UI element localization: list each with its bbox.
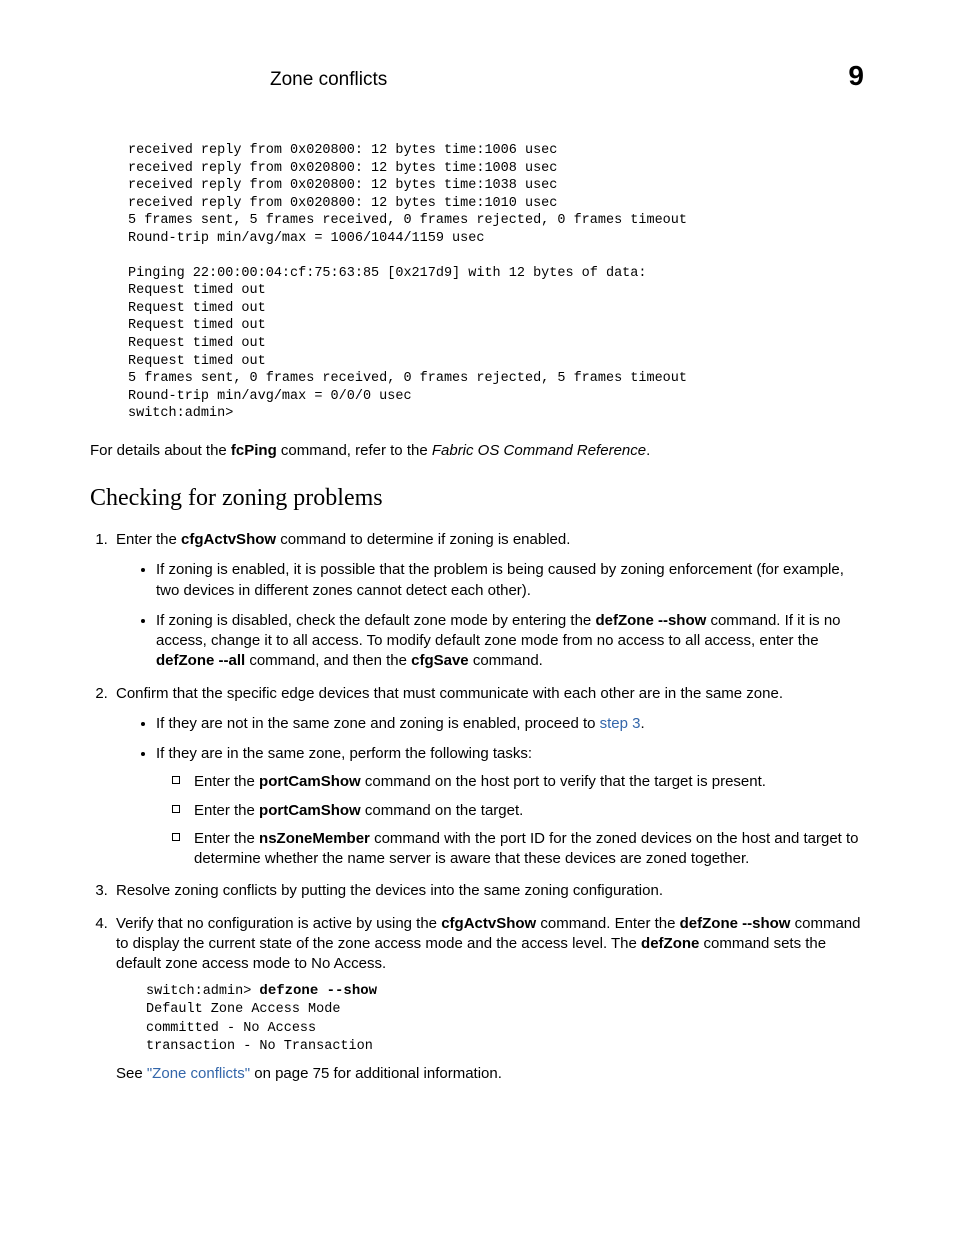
- step-2-bullet-2: If they are in the same zone, perform th…: [156, 744, 864, 869]
- step-2-task-1: Enter the portCamShow command on the hos…: [194, 772, 864, 792]
- step-3: Resolve zoning conflicts by putting the …: [112, 881, 864, 901]
- header-title: Zone conflicts: [270, 69, 387, 91]
- step-4: Verify that no configuration is active b…: [112, 914, 864, 1085]
- link-step-3[interactable]: step 3: [600, 715, 641, 732]
- step-1: Enter the cfgActvShow command to determi…: [112, 530, 864, 672]
- code-defzone-show: switch:admin> defzone --show Default Zon…: [146, 982, 864, 1056]
- heading-checking-zoning: Checking for zoning problems: [90, 485, 864, 512]
- page-header: Zone conflicts 9: [90, 60, 864, 92]
- step-2-task-3: Enter the nsZoneMember command with the …: [194, 829, 864, 870]
- step-2-task-2: Enter the portCamShow command on the tar…: [194, 801, 864, 821]
- link-zone-conflicts[interactable]: "Zone conflicts": [147, 1065, 250, 1082]
- step-1-bullet-1: If zoning is enabled, it is possible tha…: [156, 560, 864, 601]
- code-output-fcping: received reply from 0x020800: 12 bytes t…: [128, 142, 864, 423]
- procedure-list: Enter the cfgActvShow command to determi…: [90, 530, 864, 1084]
- step-2-bullet-1: If they are not in the same zone and zon…: [156, 714, 864, 734]
- para-fcping-ref: For details about the fcPing command, re…: [90, 441, 864, 461]
- step-2: Confirm that the specific edge devices t…: [112, 684, 864, 870]
- chapter-number: 9: [848, 60, 864, 92]
- para-see-zone-conflicts: See "Zone conflicts" on page 75 for addi…: [116, 1064, 864, 1084]
- step-1-bullet-2: If zoning is disabled, check the default…: [156, 611, 864, 672]
